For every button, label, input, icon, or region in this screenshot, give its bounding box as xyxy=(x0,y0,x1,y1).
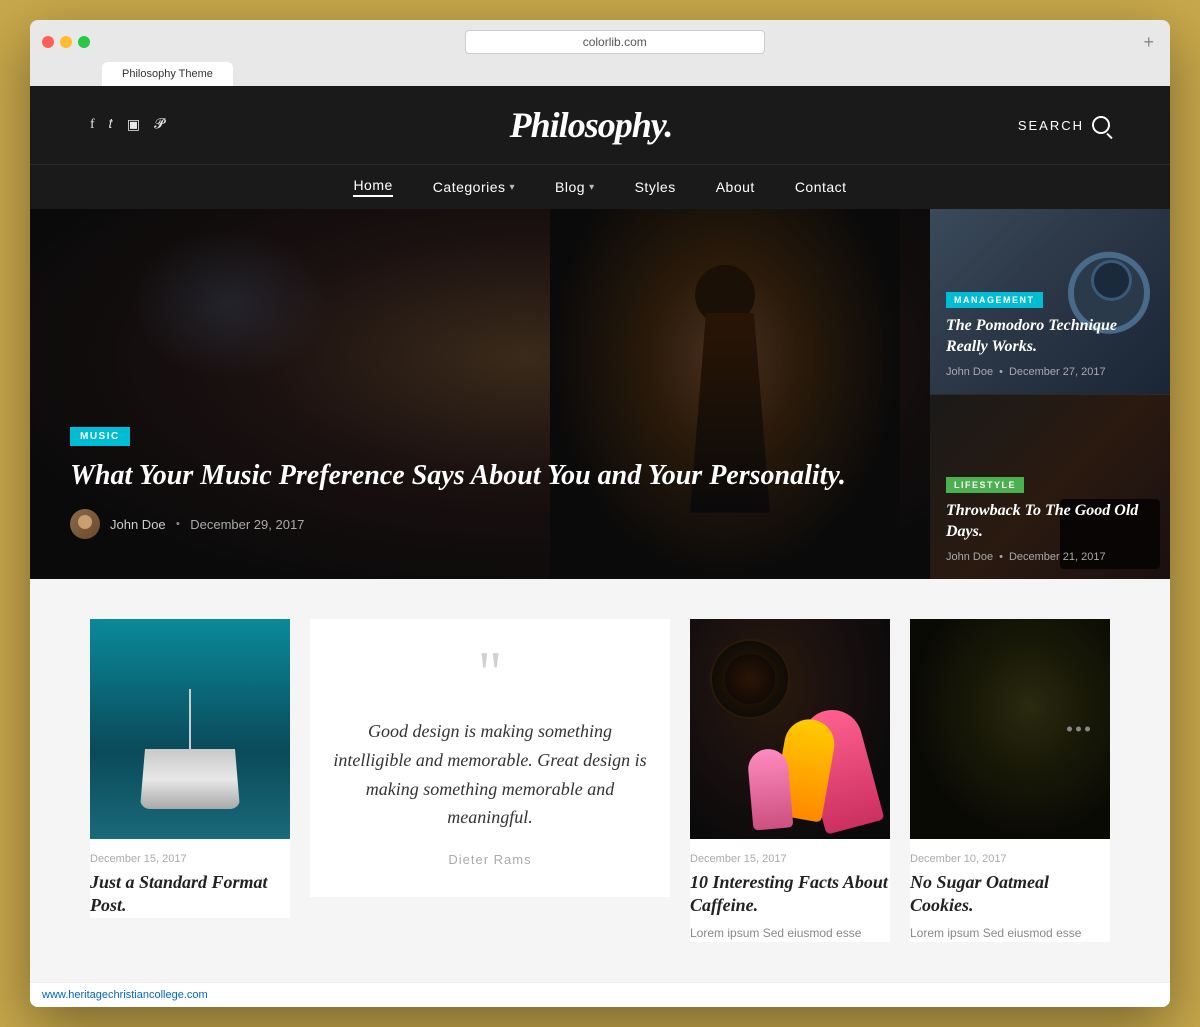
nav-blog[interactable]: Blog ▾ xyxy=(555,177,595,197)
nav-about[interactable]: About xyxy=(716,177,755,197)
footer-url: www.heritagechristiancollege.com xyxy=(42,989,208,1001)
post-3-body: December 15, 2017 10 Interesting Facts A… xyxy=(690,839,890,942)
hero-category-badge[interactable]: MUSIC xyxy=(70,427,130,446)
sidebar-article-1[interactable]: MANAGEMENT The Pomodoro Technique Really… xyxy=(930,209,1170,395)
sidebar-1-date: December 27, 2017 xyxy=(1009,366,1106,378)
post-oatmeal-image xyxy=(910,619,1110,839)
maximize-button[interactable] xyxy=(78,36,90,48)
instagram-icon[interactable]: ▣ xyxy=(127,117,140,134)
hero-sidebar: MANAGEMENT The Pomodoro Technique Really… xyxy=(930,209,1170,579)
coffee-illustration xyxy=(690,619,890,839)
site-header: f 𝑡 ▣ 𝓟 Philosophy. SEARCH xyxy=(30,86,1170,164)
sidebar-2-title: Throwback To The Good Old Days. xyxy=(946,501,1154,543)
hero-separator: • xyxy=(176,516,181,532)
sidebar-2-date: December 21, 2017 xyxy=(1009,551,1106,563)
sidebar-2-separator: • xyxy=(999,551,1003,563)
bottom-bar: www.heritagechristiancollege.com xyxy=(30,982,1170,1007)
dark-illustration xyxy=(910,619,1110,839)
post-card-oatmeal[interactable]: December 10, 2017 No Sugar Oatmeal Cooki… xyxy=(910,619,1110,942)
sidebar-1-separator: • xyxy=(999,366,1003,378)
post-card-quote: " Good design is making something intell… xyxy=(310,619,670,897)
browser-tabs: Philosophy Theme xyxy=(102,62,1158,86)
post-4-body: December 10, 2017 No Sugar Oatmeal Cooki… xyxy=(910,839,1110,942)
search-label: SEARCH xyxy=(1018,118,1084,133)
sidebar-2-category: LIFESTYLE xyxy=(946,477,1024,493)
main-navigation: Home Categories ▾ Blog ▾ Styles About Co… xyxy=(30,164,1170,209)
hero-content: MUSIC What Your Music Preference Says Ab… xyxy=(70,426,890,539)
website-content: f 𝑡 ▣ 𝓟 Philosophy. SEARCH Home Categori… xyxy=(30,86,1170,1007)
lamp-illustration xyxy=(90,619,290,839)
post-1-date: December 15, 2017 xyxy=(90,853,290,865)
hero-title: What Your Music Preference Says About Yo… xyxy=(70,458,890,493)
sidebar-1-title: The Pomodoro Technique Really Works. xyxy=(946,316,1154,358)
post-card-lamp[interactable]: December 15, 2017 Just a Standard Format… xyxy=(90,619,290,918)
quote-author: Dieter Rams xyxy=(448,852,531,867)
social-icons: f 𝑡 ▣ 𝓟 xyxy=(90,117,164,134)
facebook-icon[interactable]: f xyxy=(90,117,95,133)
post-3-title: 10 Interesting Facts About Caffeine. xyxy=(690,871,890,918)
post-3-excerpt: Lorem ipsum Sed eiusmod esse xyxy=(690,924,890,942)
sidebar-2-meta: John Doe • December 21, 2017 xyxy=(946,551,1154,563)
post-card-coffee[interactable]: December 15, 2017 10 Interesting Facts A… xyxy=(690,619,890,942)
blog-grid: December 15, 2017 Just a Standard Format… xyxy=(90,619,1110,942)
post-coffee-image xyxy=(690,619,890,839)
address-bar: colorlib.com xyxy=(100,30,1129,54)
minimize-button[interactable] xyxy=(60,36,72,48)
nav-home[interactable]: Home xyxy=(353,177,392,197)
dark-dots xyxy=(1067,727,1090,732)
author-avatar xyxy=(70,509,100,539)
post-4-title: No Sugar Oatmeal Cookies. xyxy=(910,871,1110,918)
post-4-excerpt: Lorem ipsum Sed eiusmod esse xyxy=(910,924,1110,942)
post-1-title: Just a Standard Format Post. xyxy=(90,871,290,918)
site-title: Philosophy. xyxy=(510,104,673,146)
hero-section: MUSIC What Your Music Preference Says Ab… xyxy=(30,209,1170,579)
coffee-cup xyxy=(710,639,790,719)
lamp-shade xyxy=(140,749,240,809)
active-tab[interactable]: Philosophy Theme xyxy=(102,62,233,86)
twitter-icon[interactable]: 𝑡 xyxy=(109,117,113,133)
hero-author: John Doe xyxy=(110,517,166,532)
sidebar-article-2[interactable]: LIFESTYLE Throwback To The Good Old Days… xyxy=(930,395,1170,580)
nav-contact[interactable]: Contact xyxy=(795,177,847,197)
sidebar-2-author: John Doe xyxy=(946,551,993,563)
sidebar-1-author: John Doe xyxy=(946,366,993,378)
nav-categories[interactable]: Categories ▾ xyxy=(433,177,515,197)
pinterest-icon[interactable]: 𝓟 xyxy=(154,117,164,133)
lamp-cord xyxy=(189,689,191,749)
blog-grid-section: December 15, 2017 Just a Standard Format… xyxy=(30,579,1170,982)
browser-window: colorlib.com + Philosophy Theme f 𝑡 ▣ 𝓟 … xyxy=(30,20,1170,1007)
sidebar-article-2-content: LIFESTYLE Throwback To The Good Old Days… xyxy=(946,475,1154,563)
dark-dot-2 xyxy=(1076,727,1081,732)
url-input[interactable]: colorlib.com xyxy=(465,30,765,54)
lamp-shape xyxy=(140,689,240,809)
post-4-date: December 10, 2017 xyxy=(910,853,1110,865)
sidebar-1-category: MANAGEMENT xyxy=(946,292,1043,308)
close-button[interactable] xyxy=(42,36,54,48)
post-3-date: December 15, 2017 xyxy=(690,853,890,865)
quote-text: Good design is making something intellig… xyxy=(330,717,650,832)
flower-3 xyxy=(747,747,794,830)
sidebar-1-meta: John Doe • December 27, 2017 xyxy=(946,366,1154,378)
new-tab-button[interactable]: + xyxy=(1139,33,1158,51)
post-1-body: December 15, 2017 Just a Standard Format… xyxy=(90,839,290,918)
search-area[interactable]: SEARCH xyxy=(1018,116,1110,134)
quote-marks: " xyxy=(478,649,503,697)
hero-main-article[interactable]: MUSIC What Your Music Preference Says Ab… xyxy=(30,209,930,579)
nav-styles[interactable]: Styles xyxy=(635,177,676,197)
hero-meta: John Doe • December 29, 2017 xyxy=(70,509,890,539)
post-lamp-image xyxy=(90,619,290,839)
browser-traffic-lights xyxy=(42,36,90,48)
browser-chrome: colorlib.com + Philosophy Theme xyxy=(30,20,1170,86)
sidebar-article-1-content: MANAGEMENT The Pomodoro Technique Really… xyxy=(946,290,1154,378)
search-icon xyxy=(1092,116,1110,134)
dark-dot-3 xyxy=(1085,727,1090,732)
dark-dot-1 xyxy=(1067,727,1072,732)
smoke-effect xyxy=(130,229,330,379)
hero-date: December 29, 2017 xyxy=(190,517,304,532)
